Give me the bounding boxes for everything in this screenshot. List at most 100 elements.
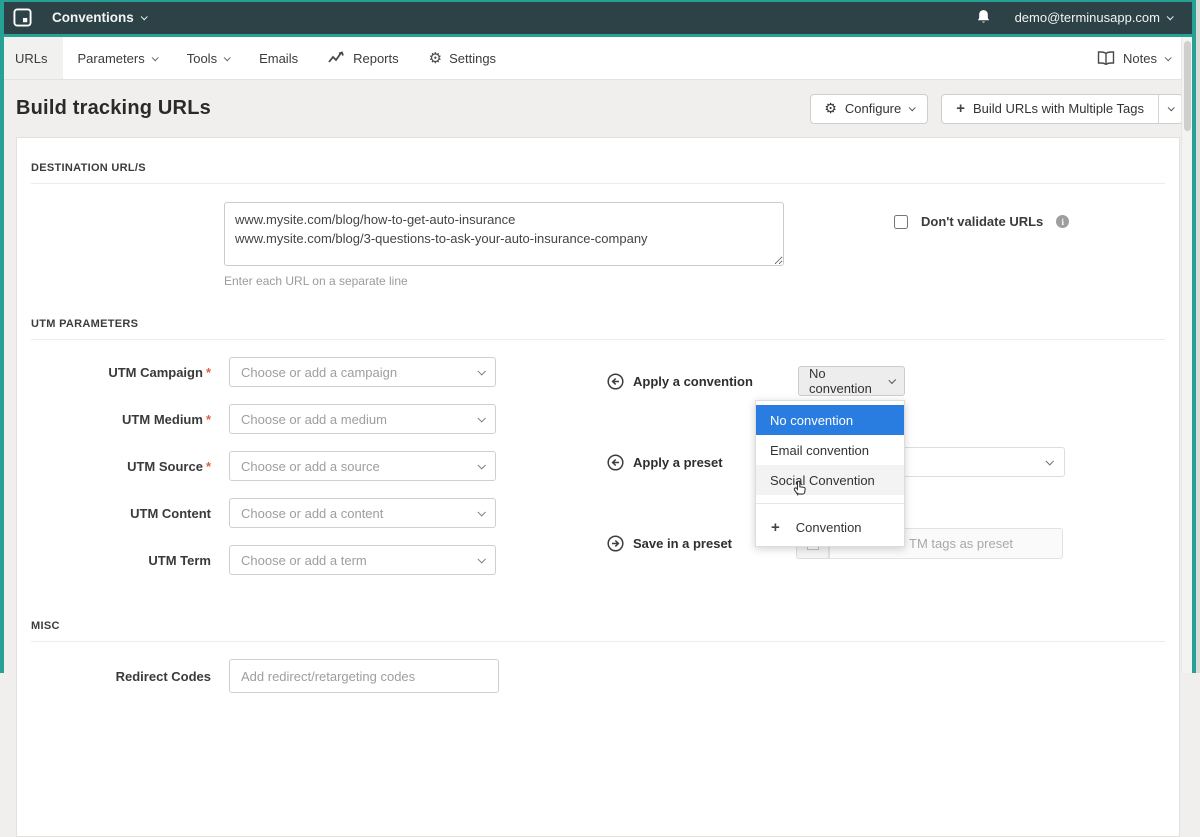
misc-section-title: MISC	[31, 592, 1165, 632]
chevron-down-icon	[477, 508, 485, 516]
utm-section-title: UTM PARAMETERS	[31, 288, 1165, 330]
book-icon	[1097, 51, 1115, 65]
section-divider	[31, 339, 1165, 340]
tab-settings[interactable]: ⚙ Settings	[414, 37, 511, 79]
tab-label: Reports	[353, 51, 399, 66]
navbar-accent-line	[0, 34, 1200, 37]
conventions-menu-label: Conventions	[52, 10, 134, 25]
menu-item-social-convention[interactable]: Social Convention	[756, 465, 904, 495]
required-asterisk: *	[206, 459, 211, 474]
section-divider	[31, 641, 1165, 642]
utm-source-label: UTM Source	[127, 459, 203, 474]
chevron-down-icon	[1045, 457, 1053, 465]
tab-label: Settings	[449, 51, 496, 66]
scrollbar-thumb[interactable]	[1184, 41, 1191, 131]
menu-item-no-convention[interactable]: No convention	[756, 405, 904, 435]
hand-pointer-cursor	[791, 479, 808, 496]
main-tab-bar: URLs Parameters Tools Emails Reports ⚙ S…	[0, 37, 1200, 80]
notifications-bell-icon[interactable]	[976, 9, 991, 25]
tab-label: URLs	[15, 51, 48, 66]
apply-preset-label: Apply a preset	[633, 455, 723, 470]
page-title: Build tracking URLs	[16, 97, 211, 120]
plus-icon: +	[956, 100, 965, 117]
utm-campaign-label: UTM Campaign	[108, 365, 203, 380]
chevron-down-icon	[1165, 54, 1172, 61]
utm-medium-row: UTM Medium* Choose or add a medium	[31, 404, 1165, 434]
select-placeholder: Choose or add a term	[241, 553, 367, 568]
select-placeholder: Choose or add a content	[241, 506, 383, 521]
select-placeholder: Choose or add a source	[241, 459, 380, 474]
utm-medium-label: UTM Medium	[122, 412, 203, 427]
redirect-codes-row: Redirect Codes	[31, 659, 1165, 693]
add-convention-label: Convention	[796, 520, 862, 535]
tab-urls[interactable]: URLs	[0, 37, 63, 79]
tab-emails[interactable]: Emails	[244, 37, 313, 79]
tab-parameters[interactable]: Parameters	[63, 37, 172, 79]
chevron-down-icon	[888, 376, 896, 384]
utm-content-select[interactable]: Choose or add a content	[229, 498, 496, 528]
frame-border-left	[0, 0, 4, 673]
utm-campaign-row: UTM Campaign* Choose or add a campaign	[31, 357, 1165, 387]
chevron-down-icon	[224, 54, 231, 61]
account-menu[interactable]: demo@terminusapp.com	[1015, 10, 1172, 25]
chevron-down-icon	[477, 461, 485, 469]
chevron-down-icon	[1168, 104, 1175, 111]
chevron-down-icon	[477, 414, 485, 422]
utm-content-row: UTM Content Choose or add a content	[31, 498, 1165, 528]
redirect-codes-label: Redirect Codes	[31, 669, 211, 684]
destination-section-title: DESTINATION URL/S	[31, 138, 1165, 174]
build-multi-caret-button[interactable]	[1158, 95, 1182, 123]
dont-validate-row: Don't validate URLs i	[894, 214, 1069, 229]
utm-term-label: UTM Term	[31, 553, 211, 568]
circle-arrow-right-icon	[607, 535, 624, 552]
tab-tools[interactable]: Tools	[172, 37, 244, 79]
info-icon[interactable]: i	[1056, 215, 1069, 228]
chevron-down-icon	[1167, 13, 1174, 20]
menu-item-label: Email convention	[770, 443, 869, 458]
notes-label: Notes	[1123, 51, 1157, 66]
build-multi-label: Build URLs with Multiple Tags	[973, 101, 1144, 116]
tab-reports[interactable]: Reports	[313, 37, 414, 79]
configure-button-label: Configure	[845, 101, 901, 116]
build-multi-split-button: + Build URLs with Multiple Tags	[941, 94, 1183, 124]
convention-selected-value: No convention	[809, 366, 881, 396]
frame-border-top	[0, 0, 1200, 2]
conventions-menu[interactable]: Conventions	[52, 10, 146, 25]
menu-divider	[756, 503, 904, 504]
tab-label: Emails	[259, 51, 298, 66]
dont-validate-checkbox[interactable]	[894, 215, 908, 229]
menu-add-convention[interactable]: + Convention	[756, 512, 904, 542]
utm-source-select[interactable]: Choose or add a source	[229, 451, 496, 481]
save-preset-row: Save in a preset	[607, 528, 732, 558]
apply-convention-row: Apply a convention	[607, 366, 753, 396]
frame-outer-edge	[1196, 0, 1200, 673]
chevron-down-icon	[140, 13, 147, 20]
destination-helper-text: Enter each URL on a separate line	[224, 274, 1165, 288]
utm-campaign-select[interactable]: Choose or add a campaign	[229, 357, 496, 387]
plus-icon: +	[771, 519, 780, 536]
destination-urls-textarea[interactable]: www.mysite.com/blog/how-to-get-auto-insu…	[224, 202, 784, 266]
menu-item-label: Social Convention	[770, 473, 875, 488]
required-asterisk: *	[206, 365, 211, 380]
configure-button[interactable]: ⚙ Configure	[810, 94, 928, 124]
save-preset-label: Save in a preset	[633, 536, 732, 551]
gear-icon: ⚙	[824, 100, 837, 117]
chevron-down-icon	[477, 367, 485, 375]
page-header: Build tracking URLs ⚙ Configure + Build …	[0, 80, 1200, 137]
select-placeholder: Choose or add a campaign	[241, 365, 397, 380]
tab-label: Tools	[187, 51, 217, 66]
convention-select-trigger[interactable]: No convention	[798, 366, 905, 396]
dont-validate-label: Don't validate URLs	[921, 214, 1043, 229]
utm-term-select[interactable]: Choose or add a term	[229, 545, 496, 575]
utm-medium-select[interactable]: Choose or add a medium	[229, 404, 496, 434]
terminus-logo-icon	[13, 8, 32, 27]
required-asterisk: *	[206, 412, 211, 427]
redirect-codes-input[interactable]	[229, 659, 499, 693]
build-urls-multiple-tags-button[interactable]: + Build URLs with Multiple Tags	[942, 95, 1158, 123]
apply-convention-label: Apply a convention	[633, 374, 753, 389]
page-scrollbar[interactable]	[1181, 37, 1192, 673]
menu-item-email-convention[interactable]: Email convention	[756, 435, 904, 465]
chevron-down-icon	[477, 555, 485, 563]
chevron-down-icon	[151, 54, 158, 61]
account-email: demo@terminusapp.com	[1015, 10, 1160, 25]
